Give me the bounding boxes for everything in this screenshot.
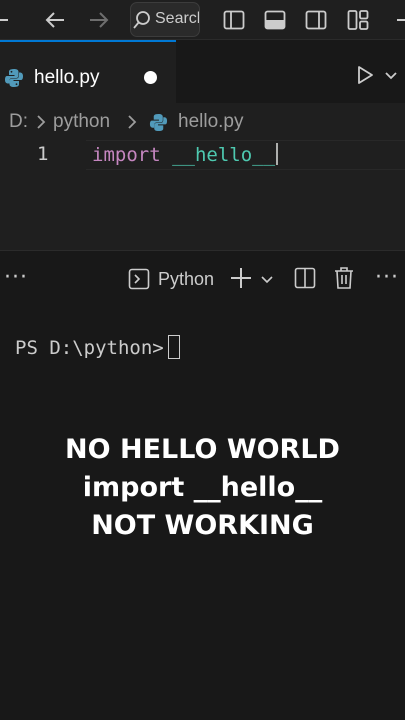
- tab-hello-py[interactable]: hello.py: [0, 40, 176, 103]
- breadcrumb: D: python hello.py: [0, 103, 405, 139]
- more-actions-icon[interactable]: ···: [375, 265, 399, 290]
- chevron-down-icon[interactable]: [383, 67, 399, 83]
- breadcrumb-file[interactable]: hello.py: [178, 111, 244, 133]
- search-label: Search: [155, 10, 199, 27]
- keyword-import: import: [92, 144, 161, 166]
- chevron-down-icon[interactable]: [260, 272, 274, 286]
- search-icon: [133, 11, 150, 29]
- chevron-right-icon: [128, 115, 137, 129]
- caption-line-3: NOT WORKING: [91, 510, 314, 541]
- terminal-icon[interactable]: [128, 268, 150, 290]
- toggle-secondary-sidebar-icon[interactable]: [304, 8, 328, 32]
- run-python-file-icon[interactable]: [354, 64, 376, 86]
- editor-tab-bar: hello.py: [0, 40, 405, 103]
- terminal-line: PS D:\python>: [15, 335, 180, 359]
- terminal-name[interactable]: Python: [158, 269, 214, 290]
- breadcrumb-drive[interactable]: D:: [9, 111, 28, 133]
- python-file-icon: [149, 113, 168, 132]
- text-cursor: [276, 143, 279, 165]
- back-arrow-icon[interactable]: [44, 8, 68, 32]
- customize-layout-icon[interactable]: [346, 8, 370, 32]
- module-name: __hello__: [172, 144, 276, 166]
- caption-line-2: import __hello__: [82, 472, 323, 503]
- toggle-primary-sidebar-icon[interactable]: [222, 8, 246, 32]
- terminal-prompt: PS D:\python>: [15, 337, 164, 359]
- terminal-cursor: [167, 335, 180, 359]
- unsaved-indicator-icon[interactable]: [144, 71, 157, 84]
- panel-header: ··· Python ···: [0, 251, 405, 307]
- caption-line-1: NO HELLO WORLD: [65, 434, 340, 465]
- forward-arrow-icon[interactable]: [86, 8, 110, 32]
- breadcrumb-folder[interactable]: python: [53, 111, 110, 133]
- toggle-panel-icon[interactable]: [263, 8, 287, 32]
- chevron-right-icon: [37, 115, 46, 129]
- panel-more-icon[interactable]: ···: [4, 265, 28, 290]
- tab-label: hello.py: [34, 67, 100, 88]
- line-number: 1: [37, 143, 49, 165]
- code-line[interactable]: import __hello__: [92, 143, 279, 166]
- command-center-search[interactable]: Search: [130, 2, 200, 37]
- minimize-icon[interactable]: [397, 19, 405, 21]
- python-file-icon: [5, 69, 23, 87]
- menu-edge-icon[interactable]: [0, 19, 8, 21]
- trash-icon[interactable]: [334, 266, 354, 290]
- new-terminal-icon[interactable]: [229, 266, 253, 290]
- split-terminal-icon[interactable]: [294, 267, 316, 289]
- code-editor[interactable]: 1 import __hello__: [0, 139, 405, 250]
- title-bar: Search: [0, 0, 405, 40]
